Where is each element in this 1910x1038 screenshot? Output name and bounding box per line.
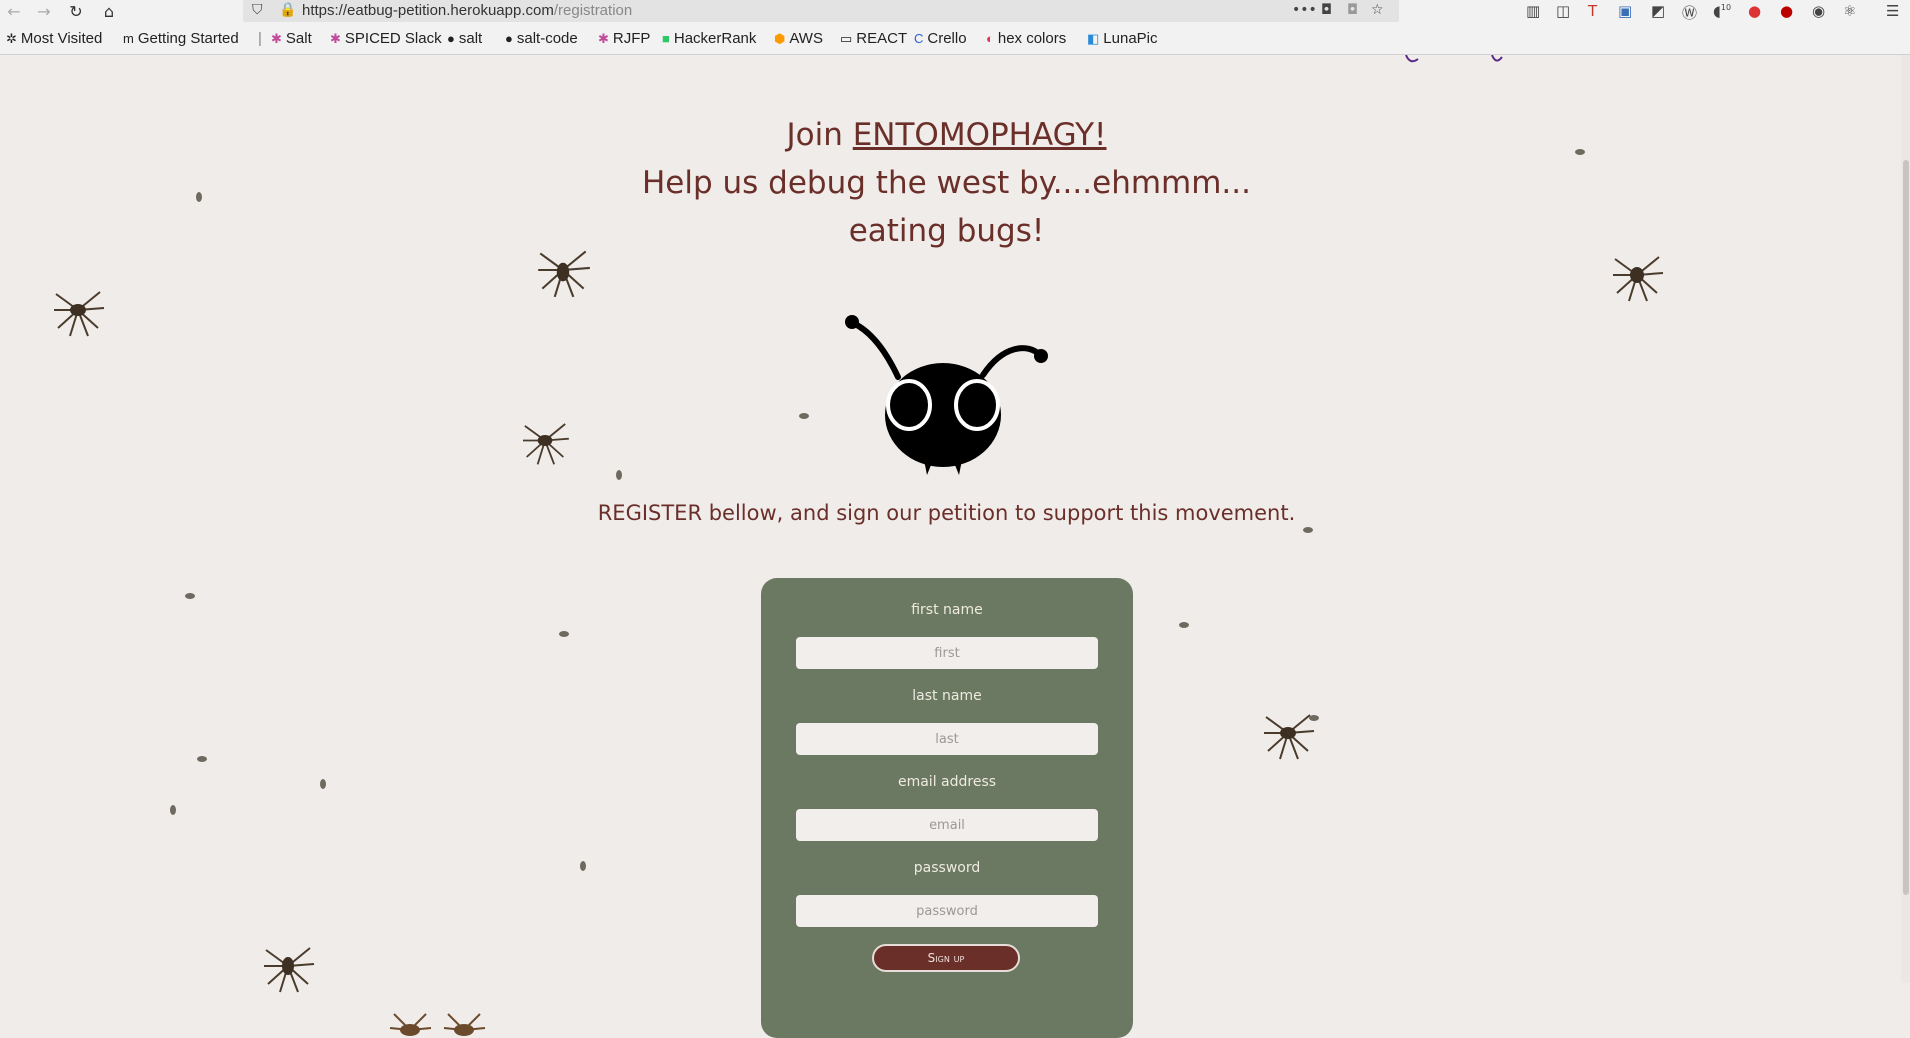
fly-icon: [559, 631, 569, 637]
bookmark-spiced-slack[interactable]: ✱ SPICED Slack: [330, 30, 442, 47]
forward-icon[interactable]: →: [34, 2, 54, 22]
pocket-icon[interactable]: ◘: [1321, 2, 1332, 18]
bookmark-star-icon[interactable]: ☆: [1371, 2, 1384, 18]
sidebar-icon[interactable]: ◫: [1556, 2, 1570, 20]
extension-icon[interactable]: ◩: [1651, 2, 1665, 20]
page-title: Join ENTOMOPHAGY!: [786, 117, 1107, 153]
register-subtitle: REGISTER bellow, and sign our petition t…: [597, 501, 1296, 525]
fly-icon: [170, 805, 176, 815]
github-icon: ●: [505, 31, 513, 46]
page-tagline: Help us debug the west by....ehmmm...: [642, 165, 1251, 201]
spider-icon: [389, 1013, 432, 1036]
last-name-label: last name: [912, 688, 982, 704]
hackerrank-icon: ■: [662, 31, 670, 46]
fly-icon: [616, 470, 622, 480]
back-icon[interactable]: ←: [4, 2, 24, 22]
account-icon[interactable]: ◉: [1812, 2, 1825, 20]
fly-icon: [1303, 527, 1313, 533]
slack-icon: ✱: [598, 31, 609, 46]
password-input[interactable]: [796, 895, 1098, 927]
menu-icon[interactable]: ☰: [1886, 2, 1899, 20]
spider-icon: [264, 947, 315, 993]
brand-link[interactable]: ENTOMOPHAGY!: [853, 117, 1107, 153]
bookmark-hex-colors[interactable]: ◐ hex colors: [986, 30, 1066, 47]
tomato-icon[interactable]: ●: [1748, 2, 1761, 20]
bookmark-lunapic[interactable]: ◧ LunaPic: [1087, 30, 1158, 47]
folder-icon: ▭: [840, 31, 853, 46]
react-devtools-icon[interactable]: ⚛: [1843, 2, 1856, 20]
w-extension-icon[interactable]: Ⓦ: [1682, 2, 1697, 23]
email-input[interactable]: [796, 809, 1098, 841]
spider-icon: [1264, 714, 1315, 760]
bookmark-react[interactable]: ▭ REACT: [840, 30, 907, 47]
fly-icon: [1179, 622, 1189, 628]
page-scrollbar[interactable]: [1901, 55, 1910, 983]
spider-icon: [1613, 256, 1664, 302]
bookmark-rjfp[interactable]: ✱ RJFP: [598, 30, 650, 47]
browser-toolbar: ← → ↻ ⌂ ⛉ 🔒 https://eatbug-petition.hero…: [0, 0, 1910, 24]
home-icon[interactable]: ⌂: [99, 2, 119, 22]
decorative-scribble: [1405, 55, 1503, 63]
fly-icon: [580, 861, 586, 871]
reload-icon[interactable]: ↻: [66, 2, 86, 22]
registration-form: first name last name email address passw…: [761, 578, 1133, 1038]
fly-icon: [185, 593, 195, 599]
lock-icon[interactable]: 🔒: [279, 2, 296, 18]
scrollbar-thumb[interactable]: [1903, 160, 1909, 895]
bookmark-crello[interactable]: C Crello: [914, 30, 967, 47]
bookmark-most-visited[interactable]: ✲ Most Visited: [6, 30, 102, 47]
spider-icon: [54, 291, 105, 337]
email-label: email address: [897, 774, 997, 790]
slack-icon: ✱: [330, 31, 341, 46]
gear-icon: ✲: [6, 31, 17, 46]
fly-icon: [320, 779, 326, 789]
translate-icon[interactable]: ▣: [1618, 2, 1632, 20]
bug-head-logo-icon: [845, 315, 1048, 475]
bookmark-aws[interactable]: ⬢ AWS: [774, 30, 823, 47]
lunapic-icon: ◧: [1087, 31, 1100, 46]
bookmark-getting-started[interactable]: m Getting Started: [123, 30, 239, 47]
slack-icon: ✱: [271, 31, 282, 46]
library-icon[interactable]: ▥: [1526, 2, 1540, 20]
github-icon: ●: [447, 31, 455, 46]
fly-icon: [197, 756, 207, 762]
spider-icon: [523, 423, 569, 465]
m-icon: m: [123, 31, 134, 46]
bookmark-salt-github[interactable]: ● salt: [447, 30, 482, 47]
page-content: Join ENTOMOPHAGY! Help us debug the west…: [0, 55, 1910, 1038]
sign-up-button[interactable]: Sign up: [872, 944, 1020, 972]
ublock-icon[interactable]: ●: [1780, 2, 1793, 20]
bookmark-separator: |: [258, 30, 262, 47]
crello-icon: C: [914, 31, 924, 46]
bookmark-salt-code[interactable]: ● salt-code: [505, 30, 578, 47]
password-label: password: [913, 860, 981, 876]
page-tagline-2: eating bugs!: [848, 213, 1045, 249]
url-bar[interactable]: ⛉ 🔒 https://eatbug-petition.herokuapp.co…: [243, 0, 1399, 22]
shield-icon[interactable]: ⛉: [252, 2, 263, 18]
t-extension-icon[interactable]: T: [1588, 2, 1597, 20]
pocket-save-icon[interactable]: ◘: [1347, 2, 1358, 18]
aws-icon: ⬢: [774, 31, 786, 46]
spider-icon: [443, 1013, 486, 1036]
bookmark-hackerrank[interactable]: ■ HackerRank: [662, 30, 756, 47]
more-icon[interactable]: •••: [1292, 2, 1317, 18]
fly-icon: [1309, 715, 1319, 721]
bookmark-salt[interactable]: ✱ Salt: [271, 30, 312, 47]
url-text[interactable]: https://eatbug-petition.herokuapp.com/re…: [302, 2, 632, 19]
first-name-label: first name: [911, 602, 983, 618]
last-name-input[interactable]: [796, 723, 1098, 755]
hex-icon: ◐: [986, 31, 994, 46]
first-name-input[interactable]: [796, 637, 1098, 669]
notification-icon[interactable]: ◖10: [1713, 2, 1731, 20]
bookmarks-bar: ✲ Most Visited m Getting Started | ✱ Salt ✱…: [0, 24, 1910, 55]
fly-icon: [799, 413, 809, 419]
